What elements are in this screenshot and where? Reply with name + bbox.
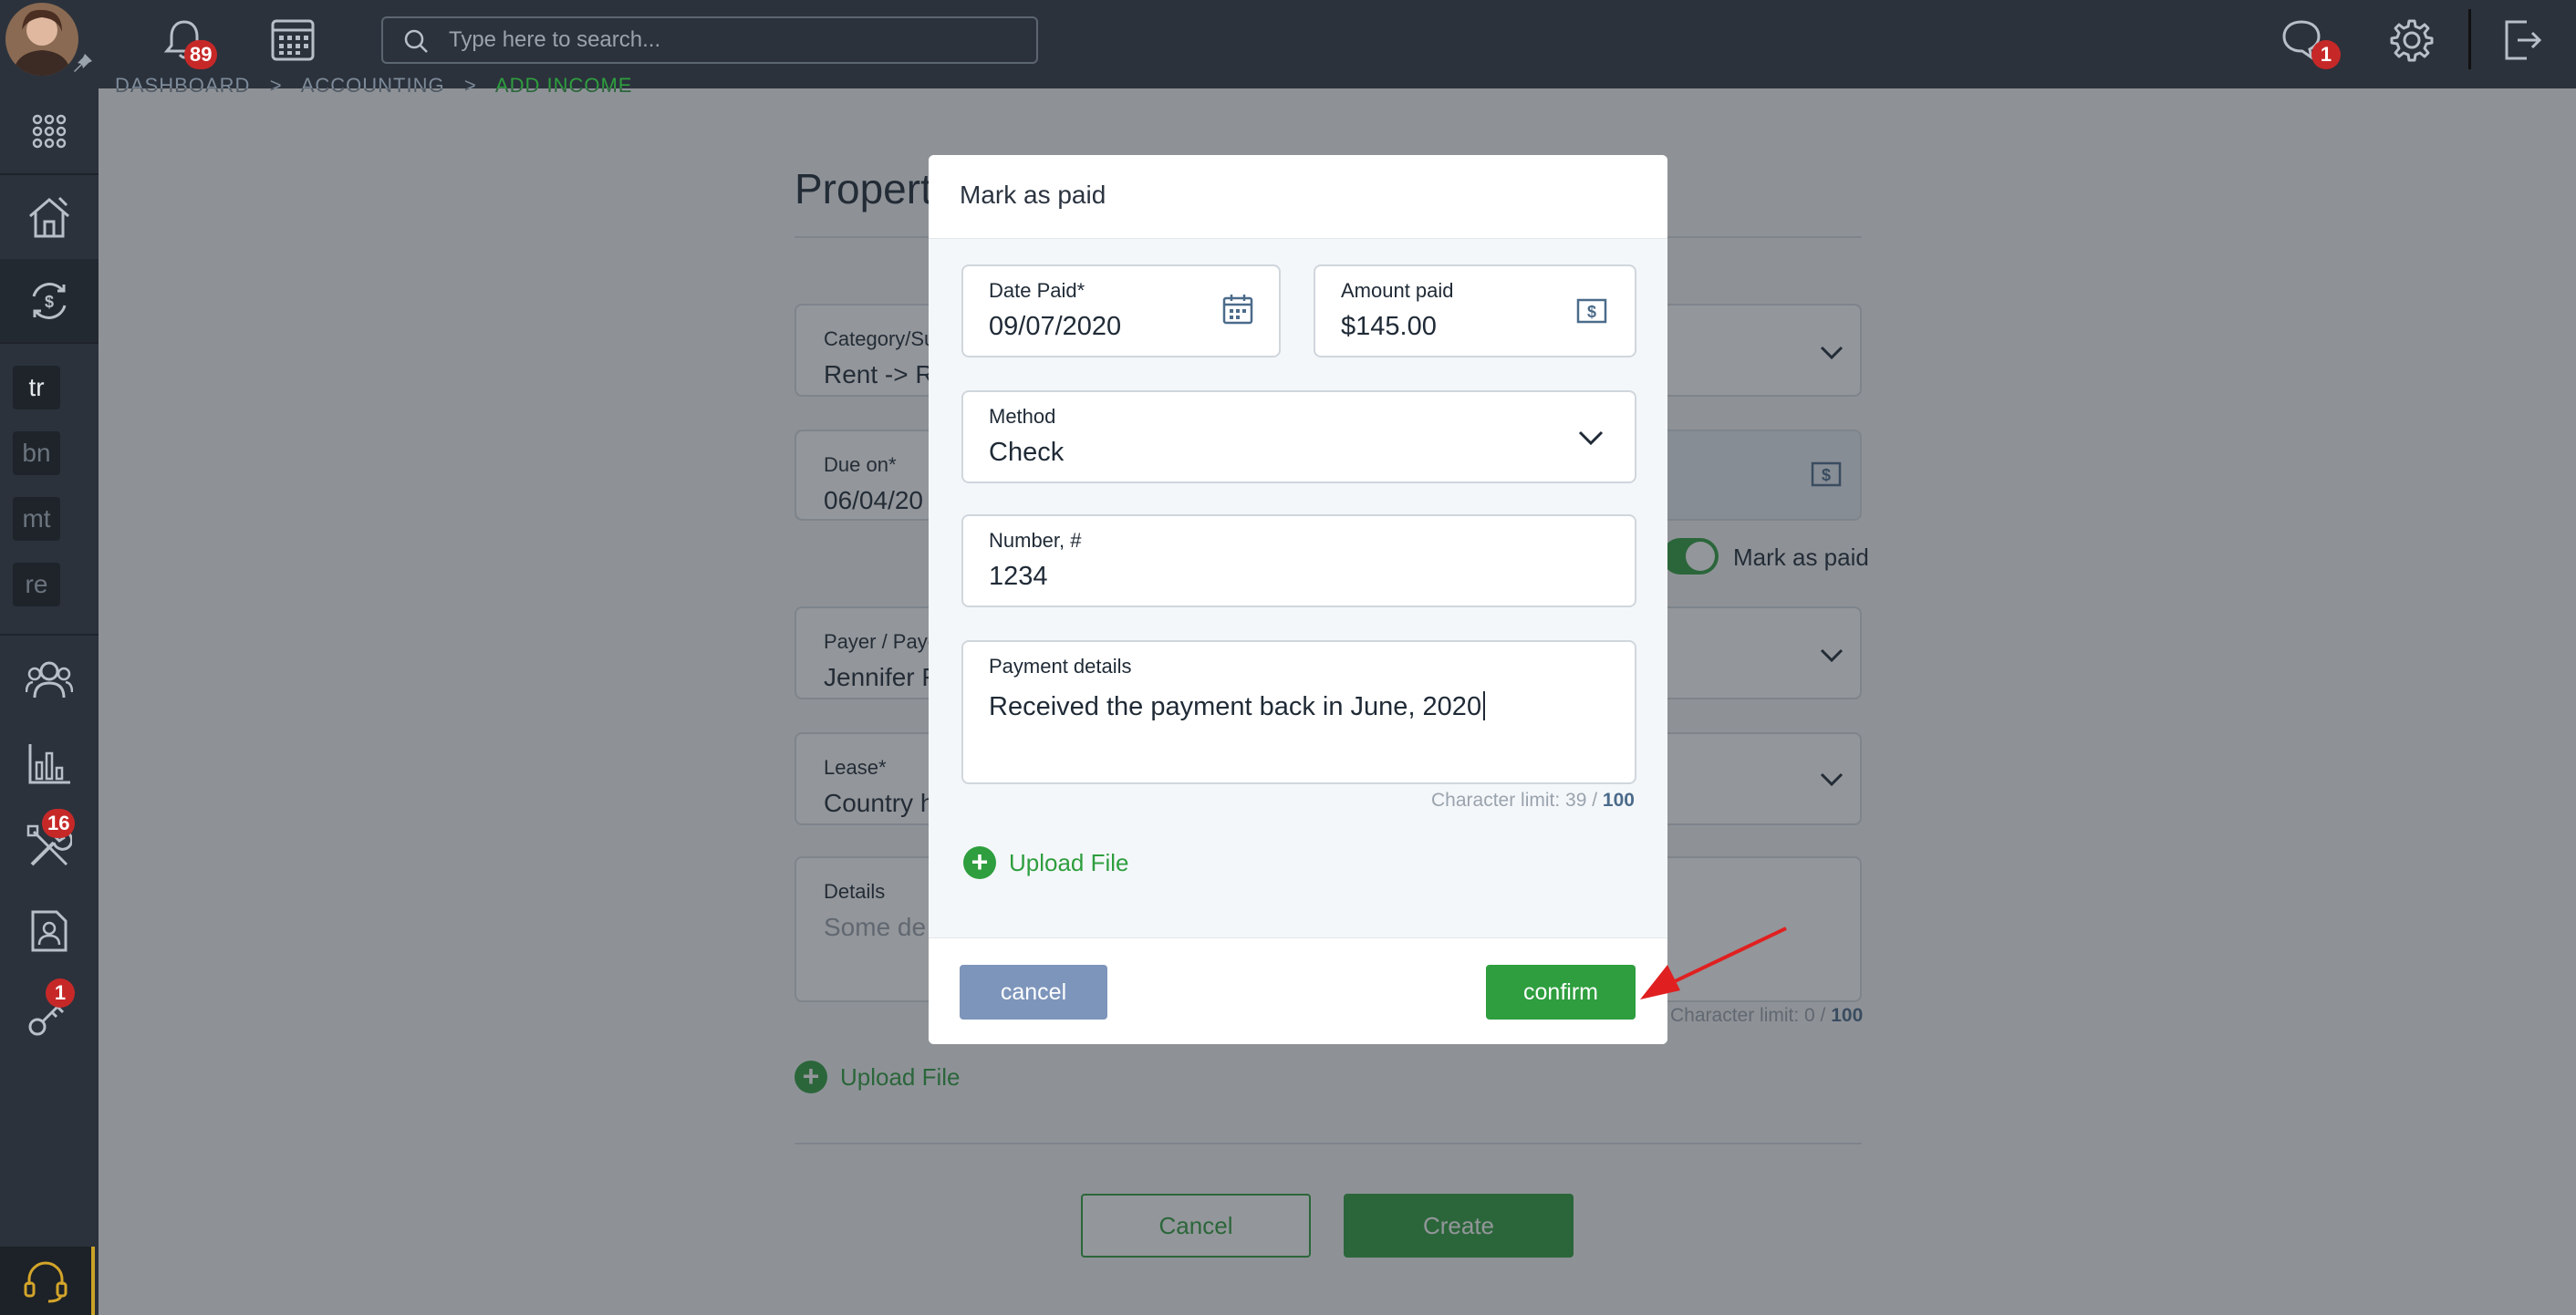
search-icon <box>404 29 428 53</box>
property-icon <box>29 196 69 238</box>
user-avatar[interactable] <box>5 3 78 76</box>
sidebar-item-people[interactable] <box>0 637 99 721</box>
method-select[interactable]: Method Check <box>961 390 1636 483</box>
date-paid-label: Date Paid* <box>989 279 1085 302</box>
settings-button[interactable] <box>2390 18 2434 67</box>
dollar-icon: $ <box>1576 298 1607 324</box>
dialog-upload-file-label: Upload File <box>1009 848 1129 876</box>
keys-badge: 1 <box>46 978 75 1008</box>
text-cursor <box>1483 691 1486 720</box>
char-limit-max: 100 <box>1602 790 1635 811</box>
sidebar-item-accounting[interactable]: $ <box>0 259 99 343</box>
search-input[interactable] <box>449 18 1014 62</box>
dialog-confirm-button[interactable]: confirm <box>1486 965 1636 1020</box>
pin-icon[interactable] <box>71 51 95 75</box>
annotation-arrow-icon <box>1640 927 1787 999</box>
svg-text:$: $ <box>1587 303 1596 321</box>
dialog-title: Mark as paid <box>960 181 1106 209</box>
maintenance-badge: 16 <box>42 809 76 838</box>
sidebar-item-tr[interactable]: tr <box>13 366 60 409</box>
people-icon <box>26 661 73 699</box>
sidebar-item-mt[interactable]: mt <box>13 497 60 541</box>
sidebar-item-keys[interactable]: 1 <box>0 973 99 1057</box>
notifications-badge: 89 <box>184 40 218 69</box>
dialog-footer: cancel confirm <box>929 937 1667 1044</box>
document-icon <box>31 910 68 952</box>
sidebar-item-maintenance[interactable]: 16 <box>0 805 99 889</box>
headset-icon <box>24 1261 68 1302</box>
payment-details-label: Payment details <box>989 655 1132 678</box>
sidebar-item-re[interactable]: re <box>13 563 60 606</box>
top-divider <box>2468 9 2471 69</box>
sidebar-divider <box>0 634 99 636</box>
method-value: Check <box>989 438 1065 467</box>
payment-details-char-limit: Character limit: 39 / 100 <box>1431 790 1635 812</box>
calendar-button[interactable] <box>270 18 316 67</box>
number-value: 1234 <box>989 562 1048 591</box>
sidebar-divider <box>0 342 99 344</box>
dialog-header: Mark as paid <box>929 155 1667 239</box>
sidebar-item-documents[interactable] <box>0 889 99 973</box>
plus-icon: + <box>963 846 996 879</box>
mark-as-paid-dialog: Mark as paid Date Paid* 09/07/2020 Amoun… <box>929 155 1667 1044</box>
method-label: Method <box>989 405 1056 428</box>
logout-icon <box>2505 20 2542 60</box>
sidebar-item-properties[interactable] <box>0 175 99 259</box>
messages-button[interactable]: 1 <box>2280 18 2341 69</box>
calendar-icon[interactable] <box>1222 294 1253 325</box>
amount-paid-value: $145.00 <box>1341 312 1437 341</box>
amount-paid-label: Amount paid <box>1341 279 1454 302</box>
gear-icon <box>2390 19 2434 62</box>
payment-details-value-wrap: Received the payment back in June, 2020 <box>989 691 1486 722</box>
number-label: Number, # <box>989 529 1082 552</box>
date-paid-field[interactable]: Date Paid* 09/07/2020 <box>961 264 1281 357</box>
sidebar-item-apps[interactable] <box>0 89 99 173</box>
amount-paid-field[interactable]: Amount paid $145.00 $ <box>1314 264 1636 357</box>
logout-button[interactable] <box>2503 18 2543 67</box>
svg-text:$: $ <box>45 293 54 311</box>
dialog-cancel-button[interactable]: cancel <box>960 965 1107 1020</box>
accounting-icon: $ <box>32 283 67 319</box>
char-limit-text: Character limit: 39 / <box>1431 790 1598 811</box>
payment-details-value: Received the payment back in June, 2020 <box>989 692 1482 721</box>
number-field[interactable]: Number, # 1234 <box>961 514 1636 607</box>
sidebar: $ tr bn mt re 16 1 <box>0 88 99 1315</box>
apps-grid-icon <box>32 114 67 149</box>
reports-icon <box>28 744 70 784</box>
calendar-icon <box>271 19 315 61</box>
search-box[interactable] <box>381 16 1038 64</box>
payment-details-textarea[interactable]: Payment details Received the payment bac… <box>961 640 1636 784</box>
support-button[interactable] <box>0 1247 95 1315</box>
sidebar-item-reports[interactable] <box>0 721 99 805</box>
dialog-upload-file-button[interactable]: + Upload File <box>963 846 1129 879</box>
sidebar-item-bn[interactable]: bn <box>13 431 60 475</box>
notifications-button[interactable]: 89 <box>162 16 218 69</box>
chevron-down-icon <box>1578 430 1604 446</box>
date-paid-value: 09/07/2020 <box>989 312 1122 341</box>
messages-badge: 1 <box>2311 40 2341 69</box>
